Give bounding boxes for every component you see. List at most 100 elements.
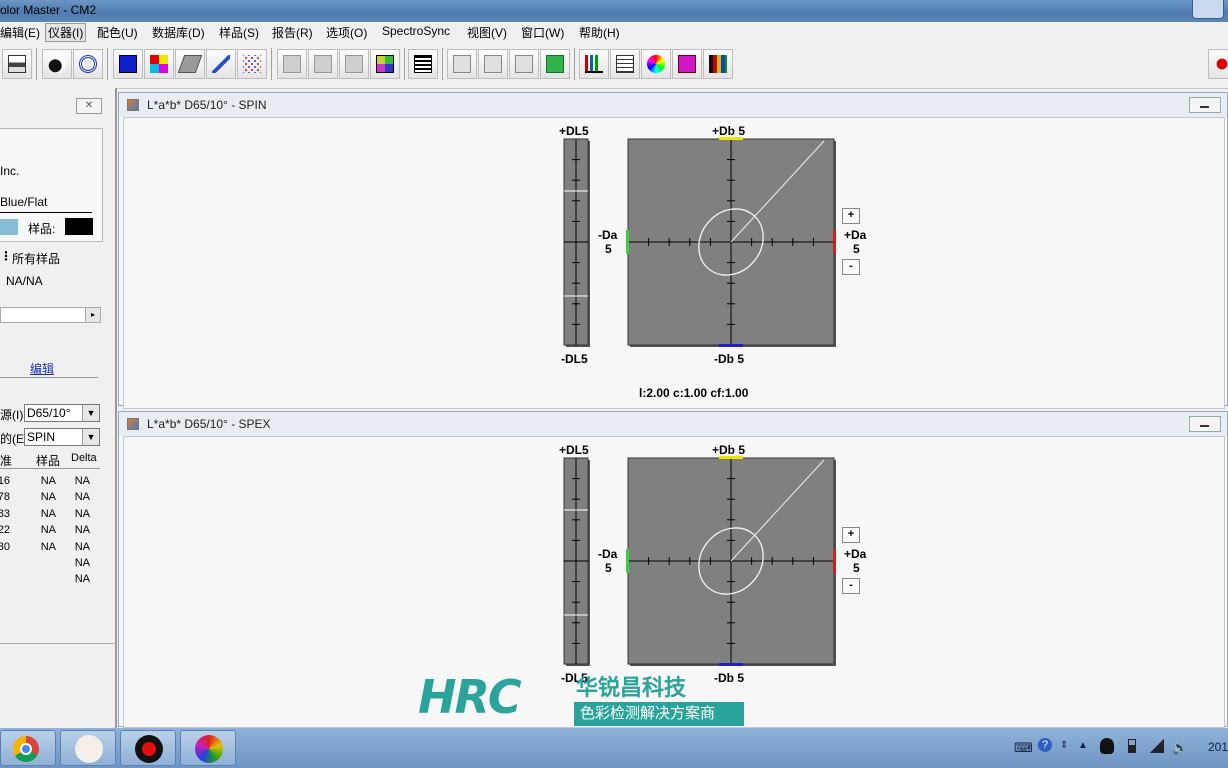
clock[interactable]: 201 [1208, 740, 1228, 754]
taskbar-color-master[interactable] [180, 730, 236, 766]
qq-icon[interactable] [1100, 738, 1114, 754]
disabled-button-1[interactable] [277, 49, 307, 79]
show-hidden-icon[interactable]: ▲ [1078, 740, 1088, 751]
keyboard-icon[interactable]: ⌨ [1014, 740, 1033, 756]
taskbar-cat-app[interactable] [60, 730, 116, 766]
page-icon [345, 55, 363, 73]
horizontal-scrollbar[interactable]: ▸ [0, 307, 101, 323]
illuminant-select[interactable]: D65/10° ▼ [24, 404, 100, 422]
toolbar-separator [404, 48, 405, 80]
swatch-grid-icon [376, 55, 394, 73]
edit-link[interactable]: 编辑 [30, 360, 54, 377]
col-header-standard: 准 [0, 454, 13, 468]
all-samples-label[interactable]: 所有样品 [12, 250, 60, 267]
instrument-button[interactable] [42, 49, 72, 79]
menu-match[interactable]: 配色(U) [97, 24, 138, 41]
colorant-button[interactable] [144, 49, 174, 79]
taskbar-record[interactable] [120, 730, 176, 766]
db-negative-marker [719, 663, 743, 666]
bottles-icon [709, 55, 727, 73]
menu-sample[interactable]: 样品(S) [219, 24, 259, 41]
table-cell: 30 [0, 540, 10, 553]
close-window-button[interactable] [1192, 0, 1224, 19]
scroll-right-icon[interactable]: ▸ [85, 308, 100, 322]
bottles-button[interactable] [703, 49, 733, 79]
dl-bottom-label: -DL5 [561, 352, 588, 366]
table-cell: NA [74, 524, 90, 537]
db-top-label: +Db 5 [712, 124, 746, 138]
zoom-in-button[interactable]: + [842, 208, 860, 224]
help-icon[interactable]: ? [1038, 738, 1052, 752]
document-icon [484, 55, 502, 73]
substrate-button[interactable] [175, 49, 205, 79]
window-titlebar: L*a*b* D65/10° - SPIN [119, 93, 1227, 117]
da-negative-marker [626, 230, 629, 254]
menu-edit[interactable]: 编辑(E) [0, 24, 40, 41]
menu-options[interactable]: 选项(O) [326, 24, 367, 41]
window-icon [127, 99, 139, 111]
watermark: HRC 华锐昌科技 色彩检测解决方案商 [418, 668, 748, 728]
zoom-in-button[interactable]: + [842, 527, 860, 543]
close-panel-button[interactable]: ✕ [76, 98, 102, 114]
table-button[interactable] [408, 49, 438, 79]
menu-instrument[interactable]: 仪器(I) [45, 23, 87, 42]
disabled-button-2[interactable] [308, 49, 338, 79]
chevron-down-icon[interactable]: ▼ [82, 405, 99, 421]
window-icon [127, 418, 139, 430]
target-icon [79, 55, 97, 73]
menu-window[interactable]: 窗口(W) [521, 24, 564, 41]
report-button[interactable] [610, 49, 640, 79]
menu-spectrosync[interactable]: SpectroSync [382, 24, 450, 38]
signal-icon[interactable] [1150, 739, 1164, 753]
red-dot-icon [1213, 55, 1228, 73]
da-positive-marker [833, 549, 836, 573]
disabled-button-3[interactable] [339, 49, 369, 79]
scatter-button[interactable] [237, 49, 267, 79]
minimize-button[interactable] [1189, 97, 1221, 113]
page-icon [314, 55, 332, 73]
target-select[interactable]: SPIN ▼ [24, 428, 100, 446]
chevron-down-icon[interactable]: ▼ [82, 429, 99, 445]
pen-icon [212, 55, 230, 73]
color-wheel-button[interactable] [641, 49, 671, 79]
menu-view[interactable]: 视图(V) [467, 24, 507, 41]
doc-button-2[interactable] [478, 49, 508, 79]
bar-chart-button[interactable] [579, 49, 609, 79]
menu-report[interactable]: 报告(R) [272, 24, 313, 41]
color-master-icon [195, 735, 223, 763]
table-cell: NA [40, 475, 56, 487]
download-button[interactable] [540, 49, 570, 79]
zoom-out-button[interactable]: - [842, 578, 860, 594]
updown-icon[interactable]: ⇕ [1060, 740, 1068, 751]
bag-button[interactable] [672, 49, 702, 79]
da-positive-value: 5 [853, 561, 860, 575]
divider [0, 468, 100, 469]
divider [0, 212, 92, 213]
taskbar-chrome[interactable] [0, 730, 56, 766]
menu-help[interactable]: 帮助(H) [579, 24, 620, 41]
document-icon [453, 55, 471, 73]
table-cell: NA [74, 540, 90, 553]
da-negative-value: 5 [605, 242, 612, 256]
new-doc-button[interactable] [447, 49, 477, 79]
print-button[interactable] [2, 49, 32, 79]
record-dot [142, 742, 156, 756]
doc-button-3[interactable] [509, 49, 539, 79]
values-table: 16 NA NA 78 NA NA 83 NA NA 22 NA NA 30 NA NA NA NA [0, 475, 100, 595]
correction-button[interactable] [206, 49, 236, 79]
zoom-out-button[interactable]: - [842, 259, 860, 275]
minimize-button[interactable] [1189, 416, 1221, 432]
taskbar: ⌨ ? ⇕ ▲ 🔈 201 [0, 728, 1228, 768]
target-button[interactable] [73, 49, 103, 79]
menu-database[interactable]: 数据库(D) [152, 24, 205, 41]
db-bottom-label: -Db 5 [714, 352, 744, 366]
battery-icon[interactable] [1128, 739, 1136, 753]
report-icon [616, 55, 634, 73]
side-button[interactable] [1208, 49, 1228, 79]
toolbar [0, 42, 1228, 89]
standard-color-button[interactable] [113, 49, 143, 79]
volume-icon[interactable]: 🔈 [1172, 740, 1188, 756]
table-cell: NA [74, 573, 90, 586]
list-icon: ⋮ [0, 249, 12, 263]
swatch-grid-button[interactable] [370, 49, 400, 79]
